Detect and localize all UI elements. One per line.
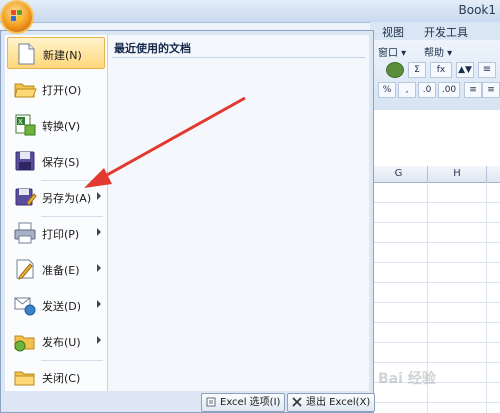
close-icon xyxy=(292,397,302,407)
menu-item-label: 打开(O) xyxy=(42,84,82,97)
window-title: Book1 xyxy=(458,3,497,17)
submenu-arrow-icon xyxy=(97,300,101,308)
menu-item-print[interactable]: 打印(P) xyxy=(7,217,105,249)
menu-footer: Excel 选项(I) 退出 Excel(X) xyxy=(5,391,376,412)
percent-button[interactable]: % xyxy=(378,82,396,98)
office-menu: 新建(N) 打开(O) X 转换(V) 保存(S) 另存为(A) 打印(P) 准… xyxy=(0,30,376,413)
convert-icon: X xyxy=(15,114,36,136)
menu-item-send[interactable]: 发送(D) xyxy=(7,289,105,321)
menu-item-label: 转换(V) xyxy=(42,120,81,133)
grid-divider xyxy=(370,302,500,303)
increase-decimal-button[interactable]: .0 xyxy=(418,82,436,98)
align-left-icon[interactable]: ≡ xyxy=(464,82,482,98)
open-folder-icon xyxy=(14,83,37,98)
excel-options-button[interactable]: Excel 选项(I) xyxy=(201,393,286,412)
recent-documents-title: 最近使用的文档 xyxy=(114,42,191,55)
grid-divider xyxy=(370,242,500,243)
tab-developer[interactable]: 开发工具 xyxy=(424,24,468,40)
globe-icon[interactable] xyxy=(386,62,404,78)
tab-view[interactable]: 视图 xyxy=(382,24,404,40)
ribbon-tab-bar: 视图 开发工具 xyxy=(370,22,500,41)
print-icon xyxy=(14,222,36,244)
menu-item-label: 发送(D) xyxy=(42,300,82,313)
column-header-h[interactable]: H xyxy=(428,166,487,183)
menu-item-label: 新建(N) xyxy=(43,49,82,62)
sort-button[interactable]: ▲▼ xyxy=(456,62,474,78)
column-header-g[interactable]: G xyxy=(370,166,428,183)
save-as-icon xyxy=(15,188,37,206)
options-icon xyxy=(206,397,216,407)
office-button[interactable] xyxy=(2,2,32,32)
recent-documents-panel: 最近使用的文档 xyxy=(108,35,369,391)
grid-divider xyxy=(486,182,487,413)
office-logo-icon xyxy=(11,10,23,22)
menu-item-label: 打印(P) xyxy=(42,228,80,241)
menu-item-label: 关闭(C) xyxy=(42,372,81,385)
grid-divider xyxy=(370,202,500,203)
menu-item-label: 保存(S) xyxy=(42,156,80,169)
comma-button[interactable]: , xyxy=(398,82,416,98)
menu-item-save[interactable]: 保存(S) xyxy=(7,145,105,177)
grid-divider xyxy=(370,362,500,363)
grid-divider xyxy=(370,342,500,343)
decrease-decimal-button[interactable]: .00 xyxy=(438,82,460,98)
column-header-partial[interactable] xyxy=(487,166,500,183)
grid-divider xyxy=(370,222,500,223)
watermark: Bai 经验 xyxy=(378,371,436,387)
menu-item-open[interactable]: 打开(O) xyxy=(7,73,105,105)
autosum-button[interactable]: Σ xyxy=(408,62,426,78)
help-menu-button[interactable]: 帮助 ▾ xyxy=(424,44,452,59)
window-menu-button[interactable]: 窗口 ▾ xyxy=(378,44,406,59)
grid-divider xyxy=(370,402,500,403)
menu-item-prepare[interactable]: 准备(E) xyxy=(7,253,105,285)
recent-divider xyxy=(112,57,365,58)
indent-icon[interactable]: ≡ xyxy=(478,62,496,78)
submenu-arrow-icon xyxy=(97,336,101,344)
menu-item-publish[interactable]: 发布(U) xyxy=(7,325,105,357)
svg-text:X: X xyxy=(18,118,23,126)
menu-item-label: 另存为(A) xyxy=(42,192,92,205)
submenu-arrow-icon xyxy=(97,264,101,272)
grid-divider xyxy=(370,322,500,323)
exit-excel-button[interactable]: 退出 Excel(X) xyxy=(287,393,376,412)
send-icon xyxy=(14,297,36,316)
publish-icon xyxy=(14,335,35,352)
menu-item-convert[interactable]: X 转换(V) xyxy=(7,109,105,141)
close-folder-icon xyxy=(14,371,35,386)
grid-divider xyxy=(370,262,500,263)
menu-item-save-as[interactable]: 另存为(A) xyxy=(7,181,105,213)
command-list: 新建(N) 打开(O) X 转换(V) 保存(S) 另存为(A) 打印(P) 准… xyxy=(5,35,108,391)
insert-function-button[interactable]: fx xyxy=(430,62,452,78)
excel-options-label: Excel 选项(I) xyxy=(220,397,281,408)
exit-excel-label: 退出 Excel(X) xyxy=(306,397,371,408)
grid-divider xyxy=(370,282,500,283)
menu-item-new[interactable]: 新建(N) xyxy=(7,37,105,69)
prepare-icon xyxy=(16,259,34,280)
submenu-arrow-icon xyxy=(97,228,101,236)
menu-item-close[interactable]: 关闭(C) xyxy=(7,361,105,393)
submenu-arrow-icon xyxy=(97,192,101,200)
menu-item-label: 发布(U) xyxy=(42,336,81,349)
title-bar: Book1 xyxy=(0,0,500,23)
ribbon: 窗口 ▾ 帮助 ▾ Σ fx ▲▼ ≡ % , .0 .00 ≡ ≡ xyxy=(370,40,500,111)
save-icon xyxy=(15,151,35,171)
new-document-icon xyxy=(18,43,35,65)
menu-item-label: 准备(E) xyxy=(42,264,80,277)
align-right-icon[interactable]: ≡ xyxy=(482,82,500,98)
formula-bar[interactable] xyxy=(370,110,500,135)
